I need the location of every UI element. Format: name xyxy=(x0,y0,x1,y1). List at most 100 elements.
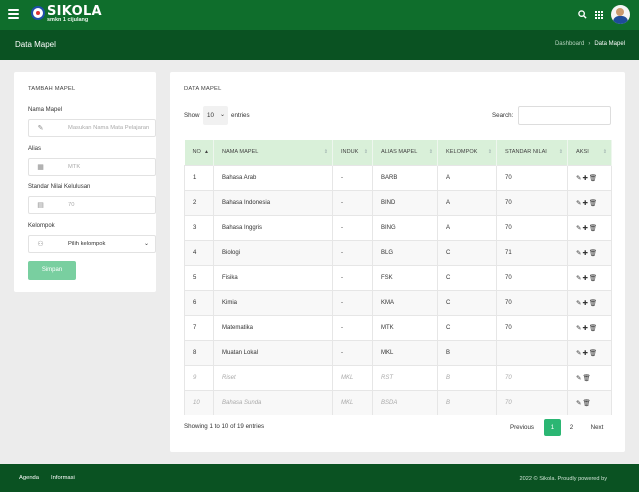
trash-icon[interactable]: 🗑 xyxy=(589,224,597,232)
kelompok-select[interactable]: ⚇ Pilih kelompok ⌄ xyxy=(28,235,156,253)
calendar-icon: ▦ xyxy=(37,164,44,171)
edit-icon[interactable]: ✎ xyxy=(576,274,581,282)
breadcrumb-dashboard[interactable]: Dashboard xyxy=(555,41,584,47)
cell-kelompok: B xyxy=(437,339,497,365)
cell-aksi: ✎ 🗑 xyxy=(567,364,612,390)
cell-induk: - xyxy=(332,339,373,365)
cell-nama: Bahasa Sunda xyxy=(213,389,333,415)
alias-field[interactable]: ▦ MTK xyxy=(28,158,156,176)
table-row: 8 Muatan Lokal - MKL B ✎ ✚ 🗑 xyxy=(184,339,612,365)
cell-kelompok: C xyxy=(437,314,497,340)
col-induk[interactable]: INDUK ⇕ xyxy=(332,140,373,165)
apps-grid-icon[interactable] xyxy=(595,11,603,19)
col-aksi[interactable]: AKSI ⇕ xyxy=(567,140,612,165)
table-info: Showing 1 to 10 of 19 entries xyxy=(184,423,265,430)
cell-no: 2 xyxy=(184,189,214,215)
breadcrumb-separator: › xyxy=(588,41,591,47)
breadcrumb-current: Data Mapel xyxy=(594,41,625,47)
edit-icon[interactable]: ✎ xyxy=(576,199,581,207)
cell-kelompok: A xyxy=(437,164,497,190)
edit-icon[interactable]: ✎ xyxy=(576,324,581,332)
cell-kelompok: B xyxy=(437,364,497,390)
trash-icon[interactable]: 🗑 xyxy=(582,399,590,407)
cell-alias: BSDA xyxy=(372,389,438,415)
cell-no: 3 xyxy=(184,214,214,240)
cell-kelompok: B xyxy=(437,389,497,415)
col-kelompok[interactable]: KELOMPOK ⇕ xyxy=(437,140,497,165)
table-row: 7 Matematika - MTK C 70 ✎ ✚ 🗑 xyxy=(184,314,612,340)
trash-icon[interactable]: 🗑 xyxy=(589,299,597,307)
trash-icon[interactable]: 🗑 xyxy=(589,199,597,207)
trash-icon[interactable]: 🗑 xyxy=(589,249,597,257)
cell-alias: KMA xyxy=(372,289,438,315)
cell-induk: - xyxy=(332,189,373,215)
edit-icon[interactable]: ✎ xyxy=(576,224,581,232)
edit-icon[interactable]: ✎ xyxy=(576,249,581,257)
cell-nama: Bahasa Arab xyxy=(213,164,333,190)
pagination-page-2[interactable]: 2 xyxy=(563,419,580,436)
menu-icon[interactable] xyxy=(8,9,19,19)
pagination-page-1[interactable]: 1 xyxy=(544,419,561,436)
trash-icon[interactable]: 🗑 xyxy=(589,324,597,332)
mapel-table: NO ▲ NAMA MAPEL ⇕ INDUK ⇕ ALIAS MAPEL ⇕ KELO… xyxy=(184,140,612,415)
user-avatar[interactable] xyxy=(611,5,630,24)
footer-link-informasi[interactable]: Informasi xyxy=(51,475,75,481)
chevron-down-icon: ⌄ xyxy=(143,241,149,247)
cell-induk: - xyxy=(332,314,373,340)
trash-icon[interactable]: 🗑 xyxy=(589,274,597,282)
footer-link-agenda[interactable]: Agenda xyxy=(19,475,39,481)
cell-no: 5 xyxy=(184,264,214,290)
edit-icon[interactable]: ✎ xyxy=(576,299,581,307)
col-no[interactable]: NO ▲ xyxy=(184,140,214,165)
table-header-row: NO ▲ NAMA MAPEL ⇕ INDUK ⇕ ALIAS MAPEL ⇕ KELO… xyxy=(184,140,612,165)
edit-icon[interactable]: ✎ xyxy=(576,174,581,182)
sort-icon: ⇕ xyxy=(487,149,492,155)
school-logo xyxy=(31,6,45,20)
table-row: 1 Bahasa Arab - BARB A 70 ✎ ✚ 🗑 xyxy=(184,164,612,190)
pagination-next[interactable]: Next xyxy=(584,419,610,436)
entries-length-select[interactable]: 10 ⌄ xyxy=(203,106,228,125)
footer: Agenda Informasi 2022 © Sikola. Proudly … xyxy=(0,464,639,492)
entries-label: entries xyxy=(231,112,250,119)
table-row: 4 Biologi - BLG C 71 ✎ ✚ 🗑 xyxy=(184,239,612,265)
calendar-check-icon: ▤ xyxy=(37,202,44,209)
add-mapel-card: TAMBAH MAPEL Nama Mapel ✎ Masukan Nama M… xyxy=(14,72,156,292)
cell-standar xyxy=(496,339,568,365)
footer-copyright: 2022 © Sikola. Proudly powered by xyxy=(519,476,607,482)
sort-icon: ⇕ xyxy=(428,149,433,155)
add-icon[interactable]: ✚ xyxy=(582,199,587,207)
pagination-previous[interactable]: Previous xyxy=(503,419,541,436)
add-icon[interactable]: ✚ xyxy=(582,274,587,282)
cell-aksi: ✎ ✚ 🗑 xyxy=(567,214,612,240)
add-icon[interactable]: ✚ xyxy=(582,349,587,357)
add-icon[interactable]: ✚ xyxy=(582,174,587,182)
trash-icon[interactable]: 🗑 xyxy=(589,174,597,182)
save-button[interactable]: Simpan xyxy=(28,261,76,280)
search-icon[interactable] xyxy=(578,10,587,19)
edit-icon[interactable]: ✎ xyxy=(576,374,581,382)
nama-mapel-field[interactable]: ✎ Masukan Nama Mata Pelajaran xyxy=(28,119,156,137)
col-alias-mapel[interactable]: ALIAS MAPEL ⇕ xyxy=(372,140,438,165)
cell-kelompok: C xyxy=(437,239,497,265)
col-standar-nilai[interactable]: STANDAR NILAI ⇕ xyxy=(496,140,568,165)
cell-aksi: ✎ ✚ 🗑 xyxy=(567,289,612,315)
col-nama-mapel[interactable]: NAMA MAPEL ⇕ xyxy=(213,140,333,165)
add-icon[interactable]: ✚ xyxy=(582,224,587,232)
add-icon[interactable]: ✚ xyxy=(582,249,587,257)
standar-nilai-field[interactable]: ▤ 70 xyxy=(28,196,156,214)
table-title: DATA MAPEL xyxy=(184,86,222,92)
kelompok-label: Kelompok xyxy=(28,223,55,229)
trash-icon[interactable]: 🗑 xyxy=(589,349,597,357)
table-search-input[interactable] xyxy=(518,106,611,125)
add-icon[interactable]: ✚ xyxy=(582,299,587,307)
table-row: 6 Kimia - KMA C 70 ✎ ✚ 🗑 xyxy=(184,289,612,315)
search-label: Search: xyxy=(492,112,514,119)
sort-asc-icon: ▲ xyxy=(204,149,209,155)
trash-icon[interactable]: 🗑 xyxy=(582,374,590,382)
edit-icon[interactable]: ✎ xyxy=(576,349,581,357)
add-icon[interactable]: ✚ xyxy=(582,324,587,332)
edit-icon[interactable]: ✎ xyxy=(576,399,581,407)
standar-nilai-label: Standar Nilai Kelulusan xyxy=(28,184,91,190)
cell-alias: BIND xyxy=(372,189,438,215)
cell-no: 6 xyxy=(184,289,214,315)
